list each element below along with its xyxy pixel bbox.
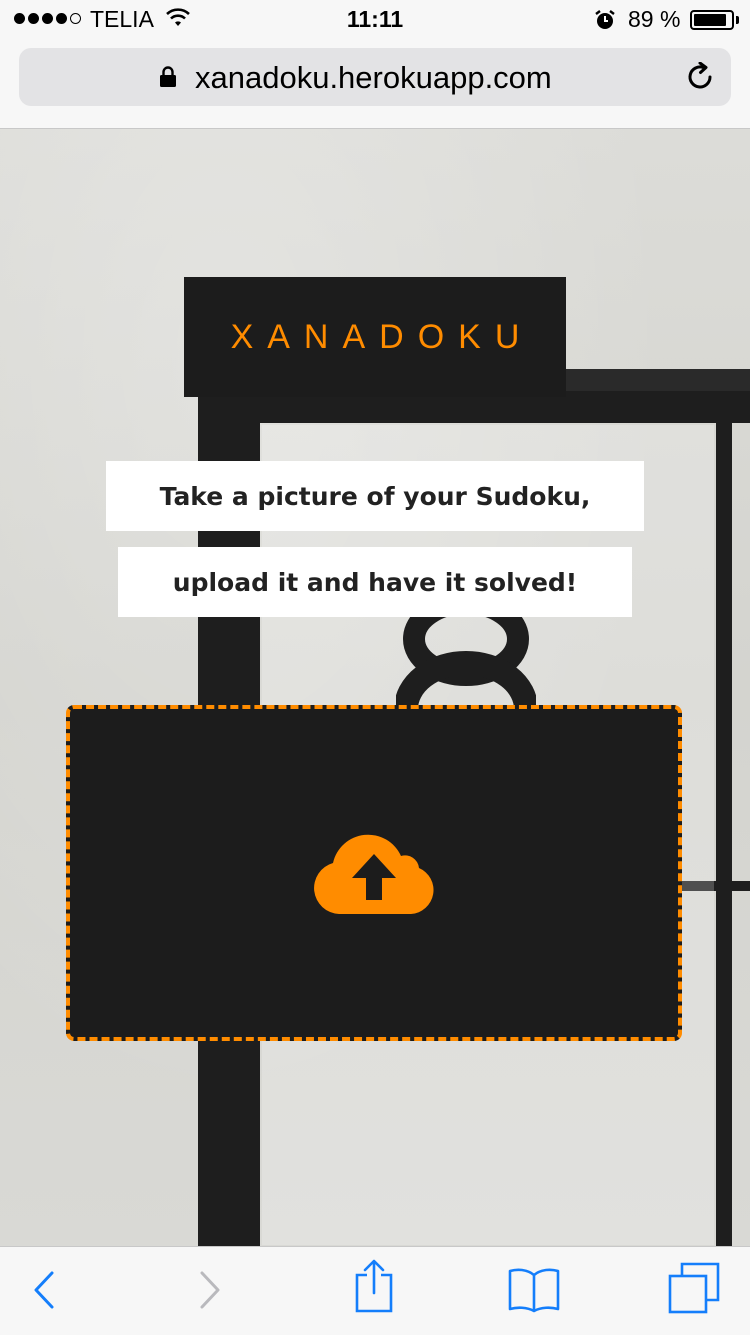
lock-icon xyxy=(159,66,177,92)
tagline-line-2: upload it and have it solved! xyxy=(118,547,632,617)
browser-address-area: xanadoku.herokuapp.com xyxy=(0,40,750,129)
bookmarks-icon xyxy=(507,1267,561,1317)
battery-tip xyxy=(736,16,739,24)
logo: XANADOKU xyxy=(184,277,566,397)
url-text[interactable]: xanadoku.herokuapp.com xyxy=(195,60,552,96)
battery-icon xyxy=(690,10,734,30)
forward-button[interactable] xyxy=(180,1267,240,1317)
tagline-line-1: Take a picture of your Sudoku, xyxy=(106,461,644,531)
browser-toolbar xyxy=(0,1246,750,1335)
back-icon xyxy=(32,1270,56,1314)
address-bar[interactable]: xanadoku.herokuapp.com xyxy=(19,48,731,106)
cloud-upload-icon xyxy=(313,826,435,920)
status-bar: TELIA 11:11 89 % xyxy=(0,0,750,40)
forward-icon xyxy=(198,1270,222,1314)
tagline-text-1: Take a picture of your Sudoku, xyxy=(159,481,591,511)
reload-icon[interactable] xyxy=(687,61,715,96)
back-button[interactable] xyxy=(14,1267,74,1317)
tabs-icon xyxy=(668,1262,720,1318)
battery-percent: 89 % xyxy=(628,6,681,32)
tagline-text-2: upload it and have it solved! xyxy=(172,567,578,597)
share-button[interactable] xyxy=(344,1259,404,1313)
background-grid-line xyxy=(716,419,732,1246)
upload-dropzone[interactable] xyxy=(66,705,682,1041)
share-icon xyxy=(354,1259,394,1317)
page-content: XANADOKU Take a picture of your Sudoku, … xyxy=(0,129,750,1246)
tabs-button[interactable] xyxy=(664,1262,724,1318)
bookmarks-button[interactable] xyxy=(504,1267,564,1317)
battery-level xyxy=(694,14,726,26)
logo-text: XANADOKU xyxy=(230,317,534,356)
alarm-icon xyxy=(594,9,616,37)
